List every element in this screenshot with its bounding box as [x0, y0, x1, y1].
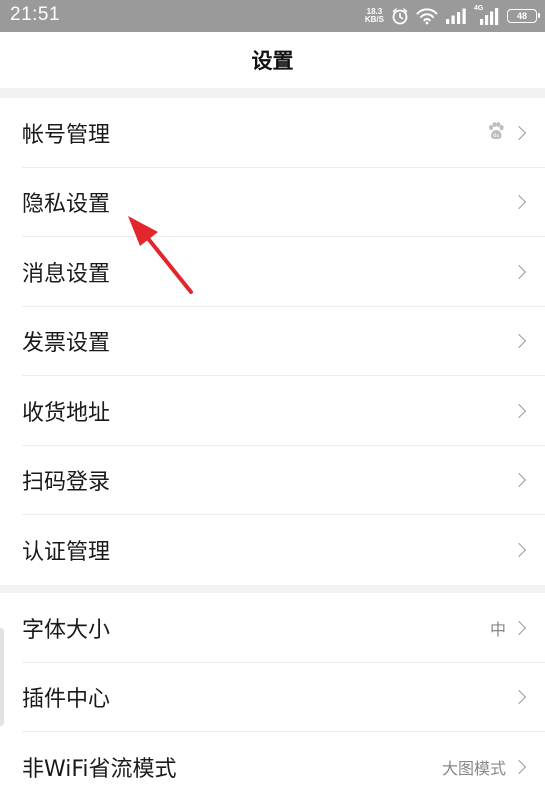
settings-item-notifications[interactable]: 消息设置: [0, 237, 545, 307]
baidu-paw-icon: du: [486, 121, 506, 145]
chevron-right-icon: [511, 403, 527, 418]
settings-group-account: 帐号管理 du 隐私设置 消息设置 发票设置 收货地址 扫码登录 认证管理: [0, 98, 545, 585]
settings-item-value: 中: [489, 619, 506, 639]
side-drawer-handle[interactable]: [0, 628, 4, 726]
settings-item-label: 隐私设置: [22, 192, 111, 218]
settings-item-label: 插件中心: [22, 687, 111, 713]
settings-item-label: 认证管理: [22, 539, 111, 565]
network-speed: 18.3 KB/S: [365, 8, 384, 24]
battery-level: 48: [516, 11, 527, 21]
settings-item-invoice[interactable]: 发票设置: [0, 307, 545, 377]
status-icons: 18.3 KB/S 4G 48: [365, 4, 540, 28]
settings-item-value: 大图模式: [441, 758, 506, 778]
settings-item-label: 非WiFi省流模式: [22, 756, 177, 782]
status-bar: 21:51 18.3 KB/S 4G 48: [0, 0, 545, 32]
chevron-right-icon: [511, 125, 527, 140]
page-title: 设置: [251, 49, 294, 73]
chevron-right-icon: [511, 690, 527, 705]
settings-item-privacy[interactable]: 隐私设置: [0, 168, 545, 238]
chevron-right-icon: [511, 542, 527, 557]
signal-4g-icon: 4G: [474, 5, 500, 25]
settings-item-account-management[interactable]: 帐号管理 du: [0, 98, 545, 168]
chevron-right-icon: [511, 620, 527, 635]
chevron-right-icon: [511, 264, 527, 279]
battery-icon: 48: [507, 9, 540, 23]
chevron-right-icon: [511, 334, 527, 349]
settings-item-verification[interactable]: 认证管理: [0, 515, 545, 585]
settings-item-label: 收货地址: [22, 400, 111, 426]
settings-item-label: 发票设置: [22, 331, 111, 357]
chevron-right-icon: [511, 473, 527, 488]
settings-item-data-saving-mode[interactable]: 非WiFi省流模式 大图模式: [0, 732, 545, 802]
settings-item-label: 扫码登录: [22, 470, 111, 496]
network-speed-unit: KB/S: [364, 15, 384, 24]
settings-item-label: 帐号管理: [22, 122, 111, 148]
chevron-right-icon: [511, 195, 527, 210]
status-time: 21:51: [10, 4, 61, 25]
wifi-icon: [416, 7, 438, 25]
alarm-icon: [391, 7, 409, 25]
settings-group-general: 字体大小 中 插件中心 非WiFi省流模式 大图模式: [0, 593, 545, 802]
svg-text:du: du: [493, 133, 499, 139]
settings-item-plugin-center[interactable]: 插件中心: [0, 663, 545, 733]
settings-item-label: 消息设置: [22, 261, 111, 287]
settings-item-label: 字体大小: [22, 617, 111, 643]
settings-item-shipping-address[interactable]: 收货地址: [0, 376, 545, 446]
page-header: 设置: [0, 32, 545, 88]
settings-item-qr-login[interactable]: 扫码登录: [0, 446, 545, 516]
settings-item-font-size[interactable]: 字体大小 中: [0, 593, 545, 663]
signal-icon: [445, 8, 467, 24]
